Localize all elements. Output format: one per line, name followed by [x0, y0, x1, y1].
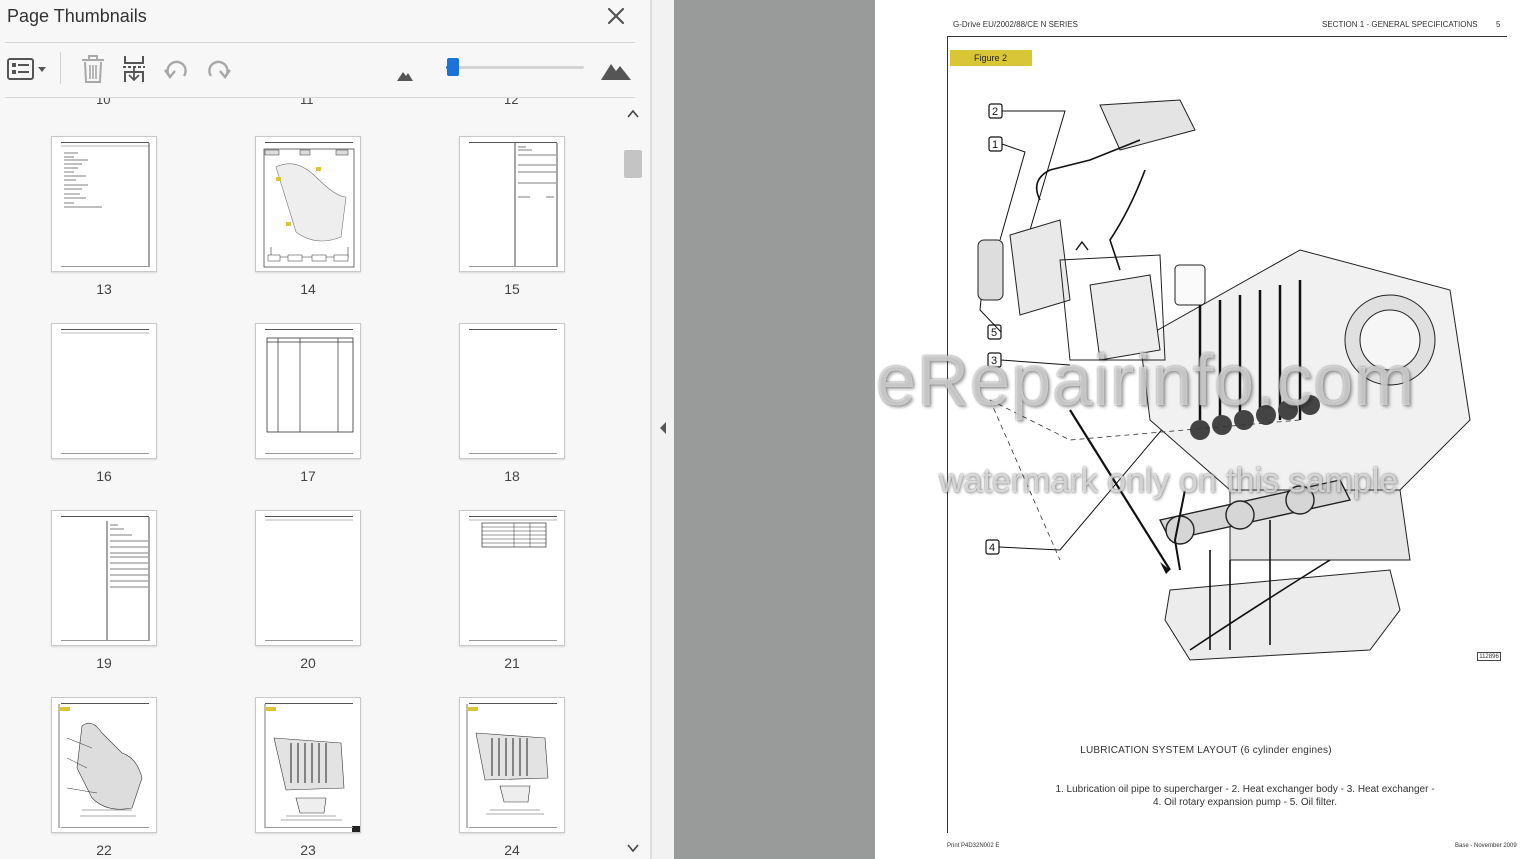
page-number: 23 — [300, 842, 316, 858]
insert-page-icon — [123, 56, 145, 82]
page-thumbnail[interactable]: 22 — [51, 697, 157, 858]
document-page-number: 5 — [1496, 20, 1501, 29]
page-thumbnail[interactable]: 17 — [255, 323, 361, 484]
page-number: 13 — [96, 281, 112, 297]
document-header-title: G-Drive EU/2002/88/CE N SERIES — [953, 20, 1078, 29]
redo-icon — [208, 60, 231, 79]
zoom-slider-thumb[interactable] — [446, 58, 459, 76]
figure-code: 112896 — [1477, 652, 1501, 661]
callout-1: 1 — [992, 139, 998, 151]
caption-line: 1. Lubrication oil pipe to supercharger … — [1055, 784, 1435, 795]
scroll-up-arrow-icon[interactable] — [625, 106, 641, 122]
page-number: 10 — [96, 98, 111, 107]
callout-2: 2 — [992, 106, 998, 118]
page-thumbnail[interactable]: 16 — [51, 323, 157, 484]
close-panel-button[interactable] — [604, 4, 628, 28]
thumbnail-image — [459, 510, 565, 646]
figure-caption-title: LUBRICATION SYSTEM LAYOUT (6 cylinder en… — [1080, 745, 1332, 756]
scrollbar-thumb[interactable] — [624, 150, 642, 178]
callout-4: 4 — [989, 542, 995, 554]
insert-page-button[interactable] — [119, 52, 149, 86]
mountain-large-icon — [601, 64, 631, 80]
figure-label: Figure 2 — [950, 50, 1032, 66]
page-thumbnail[interactable]: 18 — [459, 323, 565, 484]
watermark-main: eRepairinfo.com — [876, 341, 1416, 421]
scroll-down-arrow-icon[interactable] — [625, 840, 641, 856]
page-thumbnail[interactable]: 21 — [459, 510, 565, 671]
rotate-counterclockwise-button[interactable] — [162, 52, 192, 86]
page-number: 12 — [504, 98, 519, 107]
zoom-in-button[interactable] — [600, 52, 632, 86]
page-thumbnail[interactable]: 23 — [255, 697, 361, 858]
thumbnail-scrollbar[interactable] — [622, 100, 644, 859]
thumbnail-image — [51, 323, 157, 459]
page-thumbnail[interactable]: 19 — [51, 510, 157, 671]
list-options-icon — [7, 58, 46, 80]
page-thumbnail[interactable]: 13 — [51, 136, 157, 297]
page-thumbnail[interactable]: 24 — [459, 697, 565, 858]
options-dropdown-button[interactable] — [6, 52, 48, 86]
zoom-out-button[interactable] — [393, 56, 417, 90]
thumbnail-image — [459, 136, 565, 272]
footer-edition: Base - November 2009 — [1455, 843, 1517, 849]
panel-title: Page Thumbnails — [7, 6, 147, 26]
close-icon — [607, 7, 625, 25]
page-number: 19 — [96, 655, 112, 671]
footer-print-code: Print P4D32N002 E — [947, 843, 1000, 849]
header-rule — [947, 36, 1507, 37]
page-number: 21 — [504, 655, 520, 671]
trash-icon — [82, 55, 104, 83]
previous-row-numbers: 10 11 12 — [0, 98, 622, 107]
zoom-slider-track[interactable] — [446, 66, 584, 69]
document-page: G-Drive EU/2002/88/CE N SERIES SECTION 1… — [875, 0, 1537, 859]
page-number: 20 — [300, 655, 316, 671]
thumbnail-image — [459, 697, 565, 833]
page-thumbnail[interactable]: 20 — [255, 510, 361, 671]
callout-5: 5 — [991, 327, 997, 339]
rotate-clockwise-button[interactable] — [203, 52, 233, 86]
page-number: 24 — [504, 842, 520, 858]
thumbnail-image — [51, 136, 157, 272]
document-background — [674, 0, 875, 859]
title-divider — [5, 42, 635, 43]
collapse-panel-arrow-icon[interactable] — [658, 420, 668, 436]
page-number: 16 — [96, 468, 112, 484]
document-header-section: SECTION 1 - GENERAL SPECIFICATIONS — [1322, 20, 1478, 29]
page-number: 11 — [300, 98, 314, 107]
delete-page-button[interactable] — [78, 52, 108, 86]
figure-caption-legend: 1. Lubrication oil pipe to supercharger … — [995, 783, 1495, 809]
undo-icon — [164, 60, 187, 79]
thumbnail-image — [255, 510, 361, 646]
mountain-small-icon — [397, 72, 413, 81]
thumbnail-image — [255, 697, 361, 833]
thumbnail-image — [51, 510, 157, 646]
watermark-sub: watermark only on this sample — [939, 462, 1399, 500]
page-thumbnail[interactable]: 14 — [255, 136, 361, 297]
page-number: 17 — [300, 468, 316, 484]
thumbnail-image — [459, 323, 565, 459]
thumbnail-image — [255, 136, 361, 272]
thumbnails-panel: Page Thumbnails 10 11 12 13 14 15 16 17 … — [0, 0, 651, 859]
page-number: 18 — [504, 468, 520, 484]
page-number: 15 — [504, 281, 520, 297]
thumbnail-grid: 10 11 12 13 14 15 16 17 18 19 20 21 22 2… — [0, 98, 622, 859]
caption-line: 4. Oil rotary expansion pump - 5. Oil fi… — [1153, 797, 1337, 808]
margin-rule — [947, 36, 948, 833]
thumbnail-image — [255, 323, 361, 459]
page-thumbnail[interactable]: 15 — [459, 136, 565, 297]
thumbnail-image — [51, 697, 157, 833]
page-number: 14 — [300, 281, 316, 297]
page-number: 22 — [96, 842, 112, 858]
toolbar-separator — [60, 52, 61, 84]
